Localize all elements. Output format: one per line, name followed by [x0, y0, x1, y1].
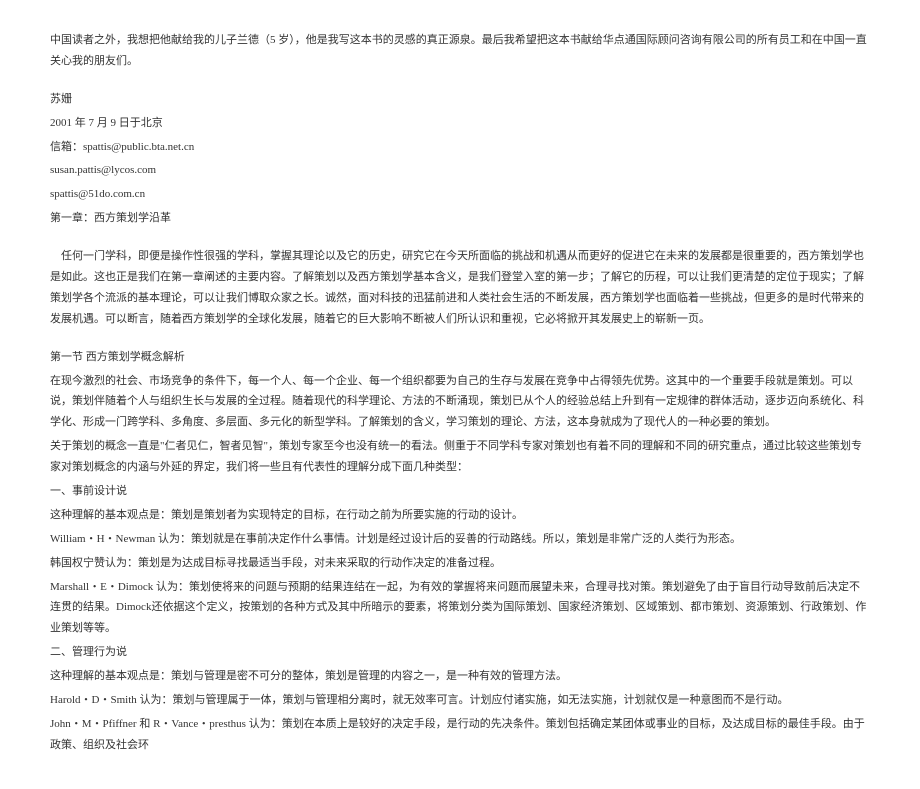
type-2-p3: John・M・Pfiffner 和 R・Vance・presthus 认为：策划… [50, 714, 870, 756]
email-1: susan.pattis@lycos.com [50, 160, 870, 181]
type-2-p2: Harold・D・Smith 认为：策划与管理属于一体，策划与管理相分离时，就无… [50, 690, 870, 711]
author-name: 苏姗 [50, 89, 870, 110]
email-2: spattis@51do.com.cn [50, 184, 870, 205]
type-1-p4: Marshall・E・Dimock 认为：策划使将来的问题与预期的结果连结在一起… [50, 577, 870, 640]
type-1-p1: 这种理解的基本观点是：策划是策划者为实现特定的目标，在行动之前为所要实施的行动的… [50, 505, 870, 526]
chapter-title: 第一章：西方策划学沿革 [50, 208, 870, 229]
type-1-title: 一、事前设计说 [50, 481, 870, 502]
section-1-p2: 关于策划的概念一直是"仁者见仁，智者见智"，策划专家至今也没有统一的看法。侧重于… [50, 436, 870, 478]
type-1-p3: 韩国权宁赞认为：策划是为达成目标寻找最适当手段，对未来采取的行动作决定的准备过程… [50, 553, 870, 574]
mailbox-line: 信箱：spattis@public.bta.net.cn [50, 137, 870, 158]
type-2-title: 二、管理行为说 [50, 642, 870, 663]
date-location: 2001 年 7 月 9 日于北京 [50, 113, 870, 134]
mailbox-value: spattis@public.bta.net.cn [83, 141, 194, 153]
mailbox-label: 信箱： [50, 141, 83, 153]
type-2-p1: 这种理解的基本观点是：策划与管理是密不可分的整体，策划是管理的内容之一，是一种有… [50, 666, 870, 687]
intro-paragraph: 任何一门学科，即便是操作性很强的学科，掌握其理论以及它的历史，研究它在今天所面临… [50, 246, 870, 330]
section-1-p1: 在现今激烈的社会、市场竞争的条件下，每一个人、每一个企业、每一个组织都要为自己的… [50, 371, 870, 434]
dedication-text: 中国读者之外，我想把他献给我的儿子兰德（5 岁），他是我写这本书的灵感的真正源泉… [50, 30, 870, 72]
type-1-p2: William・H・Newman 认为：策划就是在事前决定作什么事情。计划是经过… [50, 529, 870, 550]
section-1-title: 第一节 西方策划学概念解析 [50, 347, 870, 368]
